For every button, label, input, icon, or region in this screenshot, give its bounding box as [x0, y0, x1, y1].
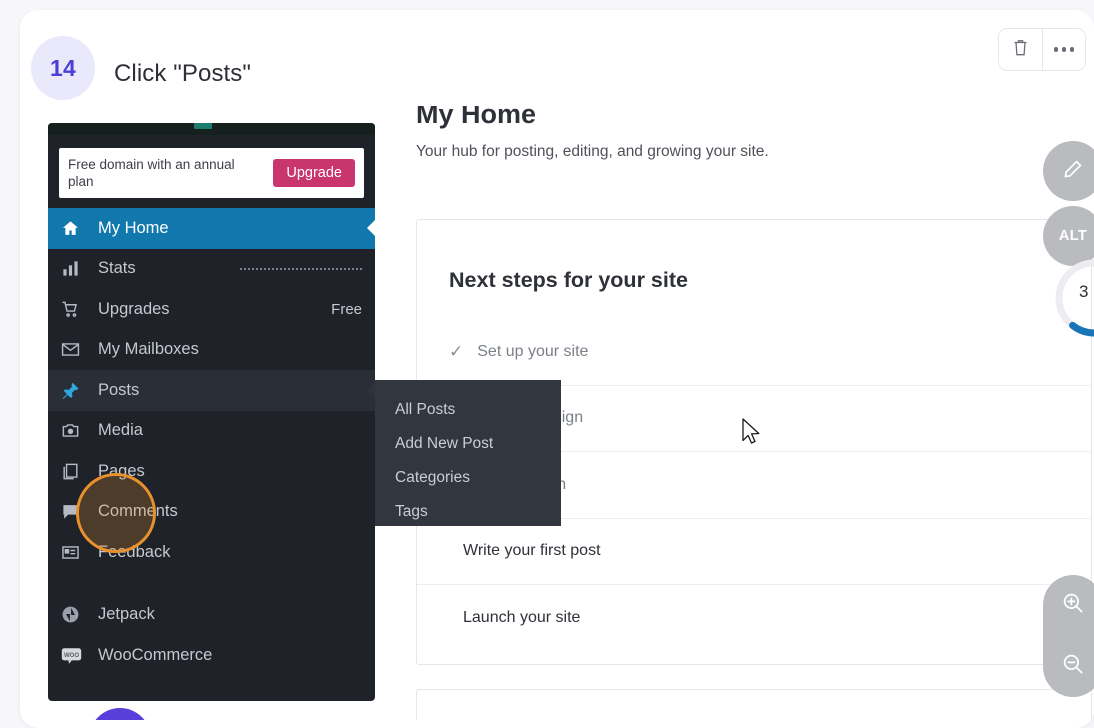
- secondary-card: [416, 689, 1092, 720]
- zoom-out-icon: [1060, 651, 1086, 682]
- edit-annotation-button[interactable]: [1043, 141, 1094, 201]
- sidebar-item-pages[interactable]: Pages: [48, 451, 375, 492]
- trash-icon: [1012, 38, 1029, 62]
- ellipsis-icon: [1053, 47, 1075, 52]
- sidebar-item-upgrades[interactable]: Upgrades Free: [48, 289, 375, 330]
- task-row[interactable]: Launch your site: [417, 585, 1091, 652]
- sidebar-item-label: My Home: [98, 218, 169, 237]
- sidebar-item-stats[interactable]: Stats: [48, 249, 375, 290]
- sidebar-item-label: Posts: [98, 380, 140, 399]
- pin-icon: [61, 381, 91, 400]
- click-indicator: [89, 708, 151, 720]
- upgrade-banner: Free domain with an annual plan Upgrade: [59, 148, 364, 198]
- upgrade-button[interactable]: Upgrade: [273, 159, 355, 187]
- site-logo-icon: [194, 123, 212, 129]
- screenshot-root: 14 Click "Posts" My Home Your hub for po…: [0, 0, 1094, 728]
- sidebar-item-media[interactable]: Media: [48, 411, 375, 452]
- jetpack-icon: [61, 605, 91, 624]
- sidebar-item-label: Jetpack: [98, 605, 155, 624]
- bar-chart-icon: [61, 259, 91, 278]
- zoom-out-button[interactable]: [1043, 636, 1094, 697]
- camera-icon: [61, 421, 91, 440]
- check-icon: ✓: [449, 342, 464, 362]
- sidebar-top-strip: [48, 123, 375, 135]
- sidebar-item-woocommerce[interactable]: WOO WooCommerce: [48, 635, 375, 676]
- page-subtitle: Your hub for posting, editing, and growi…: [416, 143, 769, 160]
- sidebar-item-my-mailboxes[interactable]: My Mailboxes: [48, 330, 375, 371]
- feedback-icon: [61, 543, 91, 562]
- pencil-icon: [1061, 157, 1085, 186]
- posts-submenu: All Posts Add New Post Categories Tags: [375, 380, 561, 526]
- cart-icon: [61, 300, 91, 319]
- sidebar-divider: [48, 573, 375, 595]
- sidebar-item-label: WooCommerce: [98, 645, 213, 664]
- sidebar-nav: My Home Stats Upgrades Free My Mailboxes…: [48, 208, 375, 676]
- sidebar-item-meta: Free: [331, 300, 362, 318]
- envelope-icon: [61, 340, 91, 359]
- screenshot-viewport: My Home Your hub for posting, editing, a…: [28, 106, 1094, 720]
- home-icon: [61, 219, 91, 238]
- woo-icon: WOO: [61, 646, 91, 665]
- sidebar-item-label: My Mailboxes: [98, 340, 199, 359]
- comment-icon: [61, 502, 91, 521]
- sidebar-item-feedback[interactable]: Feedback: [48, 532, 375, 573]
- wp-admin-sidebar: Free domain with an annual plan Upgrade …: [48, 123, 375, 701]
- zoom-in-icon: [1060, 590, 1086, 621]
- submenu-item-add-new-post[interactable]: Add New Post: [375, 427, 561, 461]
- submenu-item-all-posts[interactable]: All Posts: [375, 393, 561, 427]
- sidebar-item-comments[interactable]: Comments: [48, 492, 375, 533]
- sidebar-item-label: Pages: [98, 461, 145, 480]
- more-options-button[interactable]: [1042, 29, 1085, 70]
- svg-text:WOO: WOO: [64, 653, 79, 659]
- upgrade-banner-text: Free domain with an annual plan: [68, 157, 235, 189]
- sidebar-item-label: Feedback: [98, 542, 171, 561]
- step-header: 14 Click "Posts": [20, 10, 1094, 106]
- task-row[interactable]: ✓ Set up your site: [417, 319, 1091, 386]
- sidebar-item-label: Stats: [98, 259, 136, 278]
- sidebar-item-posts[interactable]: Posts: [48, 370, 375, 411]
- progress-ring: 3: [1052, 256, 1094, 340]
- progress-value: 3: [1079, 282, 1089, 301]
- sidebar-item-jetpack[interactable]: Jetpack: [48, 595, 375, 636]
- sidebar-item-label: Media: [98, 421, 143, 440]
- task-label: Set up your site: [477, 342, 589, 360]
- stats-sparkline: [240, 267, 362, 270]
- task-label: Launch your site: [463, 609, 581, 627]
- header-actions: [998, 28, 1086, 71]
- step-title: Click "Posts": [114, 60, 252, 87]
- sidebar-item-my-home[interactable]: My Home: [48, 208, 375, 249]
- pages-icon: [61, 462, 91, 481]
- submenu-item-tags[interactable]: Tags: [375, 495, 561, 529]
- task-label: Write your first post: [463, 542, 601, 560]
- page-title: My Home: [416, 106, 537, 129]
- sidebar-item-label: Comments: [98, 502, 178, 521]
- zoom-in-button[interactable]: [1043, 575, 1094, 636]
- sidebar-item-label: Upgrades: [98, 299, 170, 318]
- submenu-item-categories[interactable]: Categories: [375, 461, 561, 495]
- alt-label: ALT: [1058, 228, 1088, 244]
- card-title: Next steps for your site: [449, 268, 688, 292]
- zoom-controls: [1043, 575, 1094, 697]
- step-number-badge: 14: [31, 36, 95, 100]
- app-card: 14 Click "Posts" My Home Your hub for po…: [20, 10, 1094, 728]
- delete-step-button[interactable]: [999, 29, 1042, 70]
